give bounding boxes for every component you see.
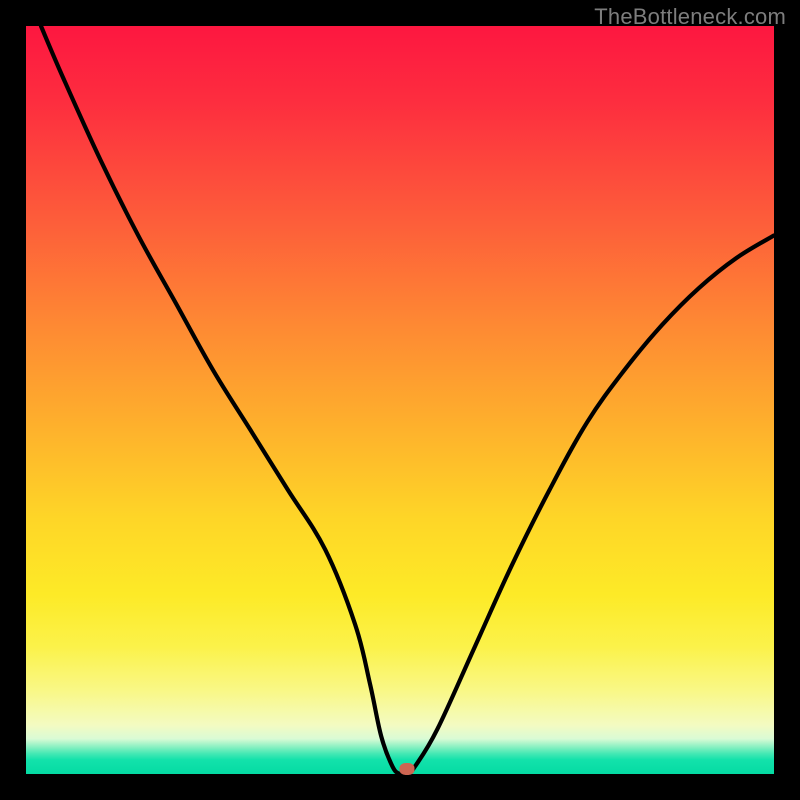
bottleneck-curve <box>26 26 774 774</box>
chart-frame: TheBottleneck.com <box>0 0 800 800</box>
optimal-point-marker <box>399 763 414 775</box>
watermark-text: TheBottleneck.com <box>594 4 786 30</box>
plot-area <box>26 26 774 774</box>
